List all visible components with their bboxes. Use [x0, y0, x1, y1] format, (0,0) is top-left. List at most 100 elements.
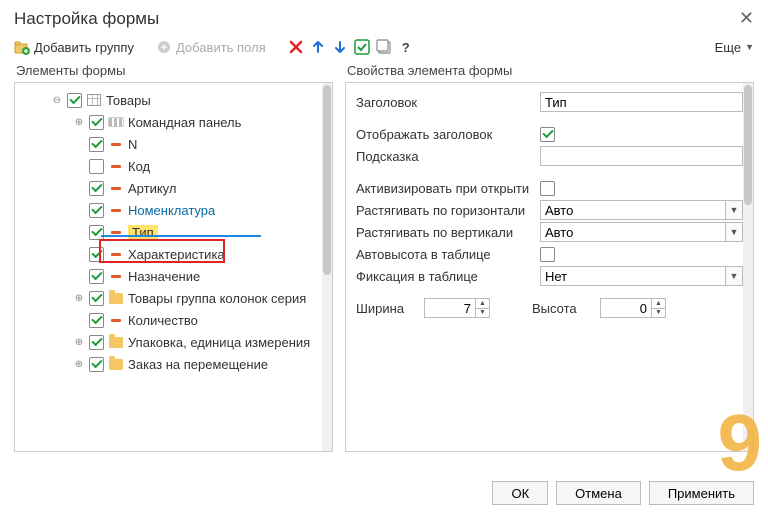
tree-label: Количество — [128, 313, 198, 328]
prop-height-spinner[interactable]: ▲▼ — [652, 298, 666, 318]
expander-icon[interactable]: ⊕ — [73, 359, 85, 370]
expander-icon[interactable]: ⊕ — [73, 337, 85, 348]
folder-icon — [108, 335, 124, 349]
tree-checkbox[interactable] — [89, 225, 104, 240]
expander-icon[interactable]: ⊖ — [51, 95, 63, 106]
tree-row[interactable]: Назначение — [19, 265, 318, 287]
prop-autoheight-checkbox[interactable] — [540, 247, 555, 262]
right-panel-title: Свойства элемента формы — [347, 63, 754, 78]
props-scrollbar[interactable] — [743, 83, 753, 451]
tree-checkbox[interactable] — [89, 247, 104, 262]
tree-label: N — [128, 137, 137, 152]
tree-checkbox[interactable] — [89, 291, 104, 306]
tree-checkbox[interactable] — [89, 137, 104, 152]
prop-width-label: Ширина — [356, 301, 418, 316]
tree-row[interactable]: Тип — [19, 221, 318, 243]
tree-checkbox[interactable] — [89, 115, 104, 130]
tree-row[interactable]: Код — [19, 155, 318, 177]
folder-plus-icon — [14, 39, 30, 55]
scrollbar-thumb[interactable] — [323, 85, 331, 275]
tree-row[interactable]: ⊕ Товары группа колонок серия — [19, 287, 318, 309]
expander-icon[interactable]: ⊕ — [73, 117, 85, 128]
add-group-button[interactable]: Добавить группу — [14, 39, 134, 55]
tree-row[interactable]: ⊖Товары — [19, 89, 318, 111]
tree-checkbox[interactable] — [89, 203, 104, 218]
left-panel-title: Элементы формы — [16, 63, 333, 78]
help-icon[interactable]: ? — [398, 39, 414, 55]
expander-icon[interactable]: ⊕ — [73, 293, 85, 304]
delete-icon[interactable] — [288, 39, 304, 55]
add-fields-label: Добавить поля — [176, 40, 266, 55]
tree-row[interactable]: ⊕ Упаковка, единица измерения — [19, 331, 318, 353]
tree-label: Номенклатура — [128, 203, 215, 218]
folder-icon — [108, 357, 124, 371]
props-panel: Заголовок Отображать заголовок Подсказка… — [345, 82, 754, 452]
prop-stretch-v-dd[interactable]: ▼ — [725, 222, 743, 242]
prop-stretch-h-label: Растягивать по горизонтали — [356, 203, 534, 218]
tree-row[interactable]: Номенклатура — [19, 199, 318, 221]
tree-row[interactable]: Количество — [19, 309, 318, 331]
prop-autoheight-label: Автовысота в таблице — [356, 247, 534, 262]
tree-label: Упаковка, единица измерения — [128, 335, 310, 350]
cancel-button[interactable]: Отмена — [556, 481, 641, 505]
tree-checkbox[interactable] — [89, 181, 104, 196]
tree-label: Артикул — [128, 181, 176, 196]
prop-height-input[interactable] — [600, 298, 652, 318]
tree-checkbox[interactable] — [89, 335, 104, 350]
prop-width-input[interactable] — [424, 298, 476, 318]
prop-header-label: Заголовок — [356, 95, 534, 110]
uncheck-all-icon[interactable] — [376, 39, 392, 55]
close-icon[interactable]: ✕ — [739, 8, 754, 29]
field-icon — [108, 137, 124, 151]
field-icon — [108, 313, 124, 327]
prop-stretch-v-input[interactable] — [540, 222, 725, 242]
tree-label: Командная панель — [128, 115, 241, 130]
tree-scrollbar[interactable] — [322, 83, 332, 451]
field-icon — [108, 203, 124, 217]
chevron-down-icon: ▼ — [745, 42, 754, 52]
tree-checkbox[interactable] — [89, 313, 104, 328]
tree-checkbox[interactable] — [67, 93, 82, 108]
tree-checkbox[interactable] — [89, 357, 104, 372]
more-button[interactable]: Еще ▼ — [715, 40, 754, 55]
field-icon — [108, 247, 124, 261]
move-down-icon[interactable] — [332, 39, 348, 55]
tree-row[interactable]: ⊕ Командная панель — [19, 111, 318, 133]
prop-activate-checkbox[interactable] — [540, 181, 555, 196]
prop-showheader-label: Отображать заголовок — [356, 127, 534, 142]
cmd-icon — [108, 115, 124, 129]
apply-button[interactable]: Применить — [649, 481, 754, 505]
tree-label: Код — [128, 159, 150, 174]
prop-hint-label: Подсказка — [356, 149, 534, 164]
prop-showheader-checkbox[interactable] — [540, 127, 555, 142]
dialog-title: Настройка формы — [14, 9, 159, 29]
prop-hint-input[interactable] — [540, 146, 743, 166]
tree-checkbox[interactable] — [89, 269, 104, 284]
tree-row[interactable]: Характеристика — [19, 243, 318, 265]
plus-circle-icon — [156, 39, 172, 55]
tree-row[interactable]: Артикул — [19, 177, 318, 199]
tree-label: Товары группа колонок серия — [128, 291, 306, 306]
prop-header-input[interactable] — [540, 92, 743, 112]
move-up-icon[interactable] — [310, 39, 326, 55]
prop-fixation-dd[interactable]: ▼ — [725, 266, 743, 286]
prop-width-spinner[interactable]: ▲▼ — [476, 298, 490, 318]
tree-label: Характеристика — [128, 247, 225, 262]
scrollbar-thumb[interactable] — [744, 85, 752, 205]
tree-row[interactable]: ⊕Заказ на перемещение — [19, 353, 318, 375]
prop-stretch-h-input[interactable] — [540, 200, 725, 220]
prop-fixation-input[interactable] — [540, 266, 725, 286]
prop-stretch-h-dd[interactable]: ▼ — [725, 200, 743, 220]
ok-button[interactable]: ОК — [492, 481, 548, 505]
tree-label: Назначение — [128, 269, 200, 284]
tree-label: Тип — [128, 225, 158, 240]
tree-checkbox[interactable] — [89, 159, 104, 174]
add-fields-button: Добавить поля — [156, 39, 266, 55]
check-all-icon[interactable] — [354, 39, 370, 55]
field-icon — [108, 159, 124, 173]
tree-row[interactable]: N — [19, 133, 318, 155]
folder-icon — [108, 291, 124, 305]
prop-stretch-v-label: Растягивать по вертикали — [356, 225, 534, 240]
table-icon — [86, 93, 102, 107]
nomen-underline — [101, 235, 261, 237]
